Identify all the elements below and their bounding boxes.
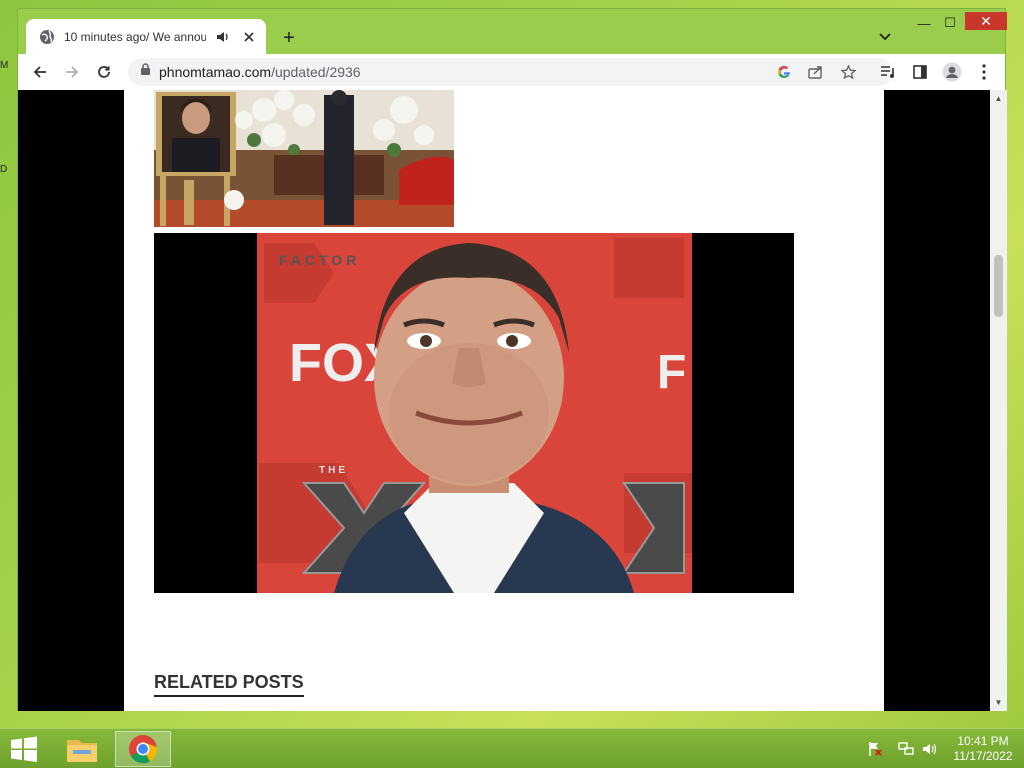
close-tab-icon[interactable] <box>240 28 258 46</box>
close-window-button[interactable]: ✕ <box>965 12 1007 30</box>
lock-icon[interactable] <box>140 63 151 81</box>
side-panel-icon[interactable] <box>906 58 934 86</box>
tab-title: 10 minutes ago/ We announce <box>64 29 206 44</box>
browser-window: 10 minutes ago/ We announce + — ☐ ✕ <box>17 8 1007 711</box>
browser-tab[interactable]: 10 minutes ago/ We announce <box>26 19 266 54</box>
profile-avatar-icon[interactable] <box>938 58 966 86</box>
menu-kebab-icon[interactable] <box>970 58 998 86</box>
desktop-icon-label: D <box>0 164 8 175</box>
taskbar: 10:41 PM 11/17/2022 <box>0 728 1024 768</box>
url-domain: phnomtamao.com <box>159 64 272 80</box>
back-arrow-icon[interactable] <box>26 58 54 86</box>
tab-strip: 10 minutes ago/ We announce + — ☐ ✕ <box>18 9 1007 54</box>
address-bar[interactable]: phnomtamao.com/updated/2936 <box>128 58 893 86</box>
globe-icon <box>38 28 56 46</box>
action-center-flag-icon[interactable] <box>866 741 884 757</box>
scrollbar-thumb[interactable] <box>994 255 1003 317</box>
desktop-icon-label: M <box>0 60 9 71</box>
article-content: FOX F FACTOR THE RELATED POSTS <box>124 90 884 711</box>
funeral-photo[interactable] <box>154 90 454 227</box>
url-path: /updated/2936 <box>271 64 361 80</box>
vertical-scrollbar[interactable]: ▲ ▼ <box>990 90 1007 711</box>
related-posts-heading: RELATED POSTS <box>154 672 304 697</box>
scroll-up-arrow-icon[interactable]: ▲ <box>990 90 1007 107</box>
clock-date: 11/17/2022 <box>953 749 1013 763</box>
minimize-button[interactable]: — <box>914 13 934 33</box>
browser-toolbar: phnomtamao.com/updated/2936 <box>18 54 1005 90</box>
page-viewport: FOX F FACTOR THE RELATED POSTS <box>18 90 990 711</box>
system-clock[interactable]: 10:41 PM 11/17/2022 <box>948 734 1018 764</box>
file-explorer-icon[interactable] <box>54 731 110 767</box>
audio-playing-icon[interactable] <box>214 28 232 46</box>
video-player[interactable]: FOX F FACTOR THE <box>154 233 794 593</box>
chrome-icon[interactable] <box>115 731 171 767</box>
factor-logo-text: FACTOR <box>279 252 360 268</box>
svg-text:F: F <box>657 346 686 399</box>
network-icon[interactable] <box>897 741 915 757</box>
share-icon[interactable] <box>805 62 827 82</box>
new-tab-button[interactable]: + <box>276 25 302 51</box>
the-logo-text: THE <box>319 465 348 476</box>
clock-time: 10:41 PM <box>957 734 1009 748</box>
volume-icon[interactable] <box>921 741 939 757</box>
maximize-button[interactable]: ☐ <box>940 13 960 33</box>
tab-search-chevron-icon[interactable] <box>874 27 896 47</box>
media-control-icon[interactable] <box>874 58 902 86</box>
star-bookmark-icon[interactable] <box>837 62 859 82</box>
scroll-down-arrow-icon[interactable]: ▼ <box>990 694 1007 711</box>
reload-icon[interactable] <box>90 58 118 86</box>
google-icon[interactable] <box>773 62 795 82</box>
forward-arrow-icon[interactable] <box>58 58 86 86</box>
start-button[interactable] <box>8 735 40 763</box>
url-text[interactable]: phnomtamao.com/updated/2936 <box>159 64 361 80</box>
